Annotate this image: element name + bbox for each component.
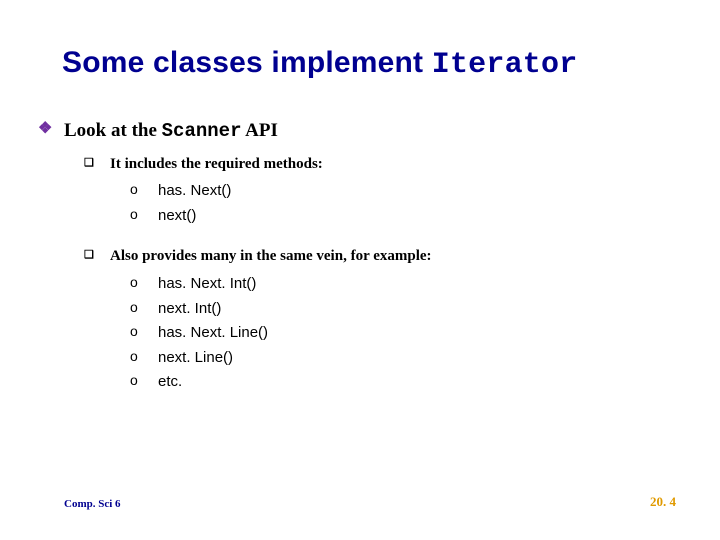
group2-heading: Also provides many in the same vein, for… [110,248,432,264]
circle-bullet-icon: o [130,322,154,341]
bullet-level-3: o next. Int() [130,298,680,320]
circle-bullet-icon: o [130,180,154,199]
bullet-level-3: o next() [130,205,680,227]
circle-bullet-icon: o [130,205,154,224]
lvl1-suffix: API [241,120,277,141]
circle-bullet-icon: o [130,347,154,366]
group2-item-0: has. Next. Int() [158,275,256,292]
bullet-level-1: ❖ Look at the Scanner API [38,118,680,145]
group2-item-4: etc. [158,373,182,390]
circle-bullet-icon: o [130,298,154,317]
lvl1-text: Look at the Scanner API [64,120,278,141]
slide: Some classes implement Iterator ❖ Look a… [0,0,720,540]
footer-slide-number: 20. 4 [650,494,676,510]
slide-title: Some classes implement Iterator [62,46,690,82]
group2-item-2: has. Next. Line() [158,324,268,341]
bullet-level-3: o has. Next. Line() [130,322,680,344]
lvl1-code: Scanner [162,120,242,142]
bullet-level-3: o next. Line() [130,347,680,369]
diamond-bullet-icon: ❖ [38,118,60,140]
lvl1-prefix: Look at the [64,120,162,141]
spacer [38,229,680,239]
group1-item-1: next() [158,207,196,224]
footer-course: Comp. Sci 6 [64,498,121,510]
square-bullet-icon: ❑ [84,248,106,263]
bullet-level-3: o etc. [130,371,680,393]
group2-item-1: next. Int() [158,300,221,317]
square-bullet-icon: ❑ [84,156,106,171]
slide-body: ❖ Look at the Scanner API ❑ It includes … [38,118,680,396]
circle-bullet-icon: o [130,371,154,390]
group1-item-0: has. Next() [158,182,231,199]
bullet-level-3: o has. Next() [130,180,680,202]
bullet-level-2: ❑ It includes the required methods: [84,153,680,175]
bullet-level-2: ❑ Also provides many in the same vein, f… [84,245,680,267]
circle-bullet-icon: o [130,273,154,292]
bullet-level-3: o has. Next. Int() [130,273,680,295]
group1-heading: It includes the required methods: [110,156,323,172]
title-text: Some classes implement [62,46,432,79]
group2-item-3: next. Line() [158,349,233,366]
title-code: Iterator [432,48,578,82]
